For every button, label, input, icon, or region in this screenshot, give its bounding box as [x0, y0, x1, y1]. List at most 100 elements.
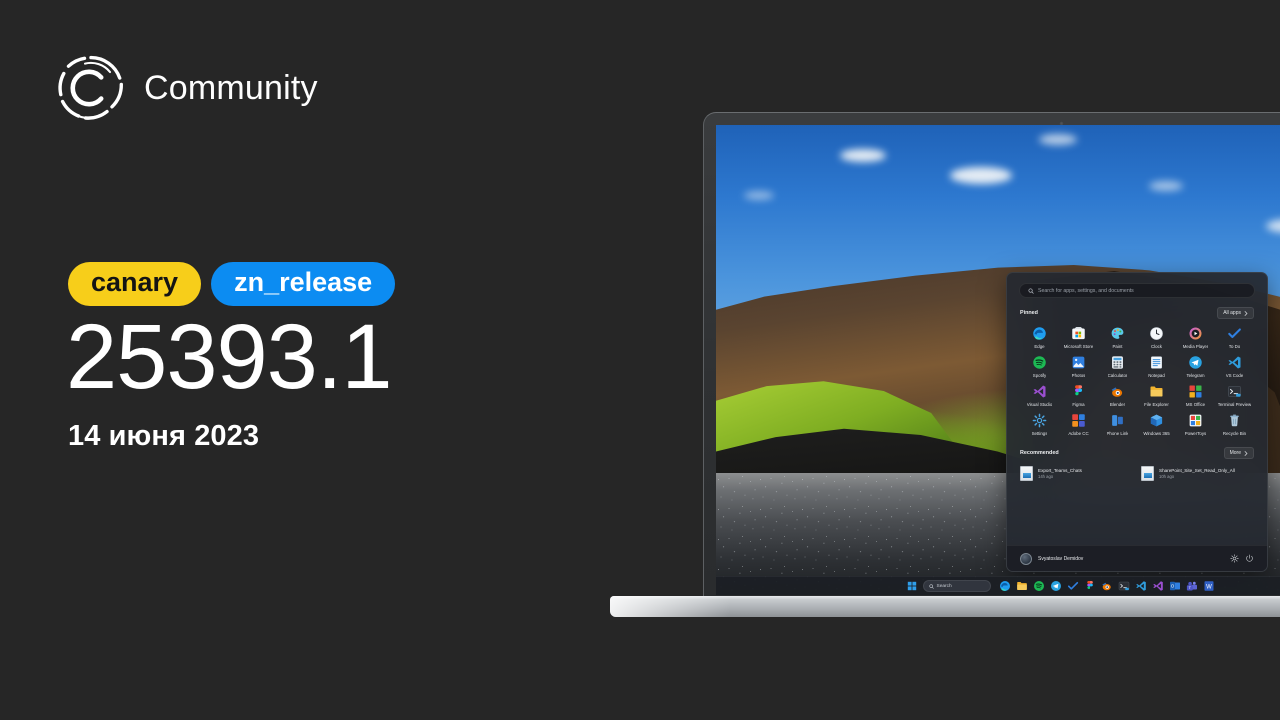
pinned-section-header: Pinned All apps	[1020, 307, 1254, 319]
pinned-app-calculator[interactable]: Calculator	[1098, 355, 1137, 378]
brand-name: Community	[144, 68, 318, 107]
taskbar-search-box[interactable]: Search	[922, 580, 991, 592]
recommended-item-name: SharePoint_Site_Set_Read_Only_All	[1159, 467, 1235, 473]
release-badges: canary zn_release	[68, 262, 396, 307]
pinned-app-file-explorer[interactable]: File Explorer	[1137, 384, 1176, 407]
taskbar-to-do-icon[interactable]	[1067, 580, 1079, 592]
pinned-app-figma[interactable]: Figma	[1059, 384, 1098, 407]
document-file-icon	[1020, 466, 1033, 481]
recommended-item[interactable]: Export_Teams_Chats 14h ago	[1020, 466, 1133, 481]
pinned-app-label: Windows 365	[1143, 431, 1170, 436]
windows-start-icon[interactable]	[906, 580, 918, 592]
adobe-cc-icon	[1071, 413, 1086, 428]
power-icon[interactable]	[1245, 554, 1254, 563]
user-name: Svyatoslav Demidov	[1038, 555, 1084, 562]
pinned-app-visual-studio[interactable]: Visual Studio	[1020, 384, 1059, 407]
vs-code-icon	[1227, 355, 1242, 370]
visual-studio-icon	[1032, 384, 1047, 399]
taskbar-blender-icon[interactable]	[1101, 580, 1113, 592]
start-search-input[interactable]: Search for apps, settings, and documents	[1019, 283, 1255, 298]
phone-link-icon	[1110, 413, 1125, 428]
laptop-base	[610, 596, 1280, 617]
wallpaper-cloud	[743, 190, 774, 200]
pinned-app-telegram[interactable]: Telegram	[1176, 355, 1215, 378]
pinned-app-vs-code[interactable]: VS Code	[1215, 355, 1254, 378]
pinned-apps-grid: Edge Microsoft Store Paint Clock Media Playe…	[1020, 326, 1254, 436]
pinned-app-windows-365[interactable]: Windows 365	[1137, 413, 1176, 436]
chevron-right-icon	[1244, 450, 1248, 456]
notepad-icon	[1149, 355, 1164, 370]
pinned-app-clock[interactable]: Clock	[1137, 326, 1176, 349]
more-button[interactable]: More	[1223, 447, 1254, 459]
svg-text:O: O	[1170, 584, 1174, 589]
pinned-app-notepad[interactable]: Notepad	[1137, 355, 1176, 378]
pinned-app-blender[interactable]: Blender	[1098, 384, 1137, 407]
pinned-app-paint[interactable]: Paint	[1098, 326, 1137, 349]
pinned-app-phone-link[interactable]: Phone Link	[1098, 413, 1137, 436]
community-c-ring-logo-icon	[55, 52, 127, 124]
recommended-item-text: Export_Teams_Chats 14h ago	[1038, 468, 1082, 480]
pinned-app-edge[interactable]: Edge	[1020, 326, 1059, 349]
pinned-app-media-player[interactable]: Media Player	[1176, 326, 1215, 349]
taskbar-word-icon[interactable]: W	[1203, 580, 1215, 592]
recommended-title: Recommended	[1020, 450, 1059, 456]
to-do-icon	[1227, 326, 1242, 341]
pinned-app-recycle-bin[interactable]: Recycle Bin	[1215, 413, 1254, 436]
pinned-app-label: Media Player	[1182, 344, 1209, 349]
taskbar-visual-studio-icon[interactable]	[1152, 580, 1164, 592]
pinned-app-label: Clock	[1151, 344, 1162, 349]
all-apps-label: All apps	[1223, 310, 1241, 316]
taskbar-search-label: Search	[936, 583, 952, 589]
pinned-app-terminal-preview[interactable]: Terminal Preview	[1215, 384, 1254, 407]
laptop-screen: Search for apps, settings, and documents…	[716, 125, 1280, 595]
brand-lockup: Community	[55, 52, 318, 124]
settings-gear-icon	[1032, 413, 1047, 428]
pinned-app-label: VS Code	[1225, 373, 1244, 378]
pinned-app-microsoft-store[interactable]: Microsoft Store	[1059, 326, 1098, 349]
pinned-app-label: Adobe CC	[1068, 431, 1089, 436]
pinned-app-settings[interactable]: Settings	[1020, 413, 1059, 436]
pinned-app-label: MS Office	[1185, 402, 1206, 407]
pinned-app-label: Figma	[1072, 402, 1085, 407]
pinned-app-label: Photos	[1071, 373, 1086, 378]
taskbar-vs-code-icon[interactable]	[1135, 580, 1147, 592]
search-icon	[1028, 287, 1034, 294]
all-apps-button[interactable]: All apps	[1217, 307, 1254, 319]
pinned-app-label: Edge	[1034, 344, 1045, 349]
laptop-lid: Search for apps, settings, and documents…	[703, 112, 1280, 596]
pinned-app-label: Visual Studio	[1026, 402, 1053, 407]
pinned-app-ms-office[interactable]: MS Office	[1176, 384, 1215, 407]
taskbar-spotify-icon[interactable]	[1033, 580, 1045, 592]
gear-icon[interactable]	[1230, 554, 1239, 563]
pinned-app-label: Phone Link	[1106, 431, 1129, 436]
pinned-app-to-do[interactable]: To Do	[1215, 326, 1254, 349]
recommended-item[interactable]: SharePoint_Site_Set_Read_Only_All 10h ago	[1141, 466, 1254, 481]
pinned-app-label: Microsoft Store	[1063, 344, 1094, 349]
wallpaper-cloud	[839, 148, 886, 162]
taskbar-telegram-icon[interactable]	[1050, 580, 1062, 592]
taskbar-terminal-preview-icon[interactable]	[1118, 580, 1130, 592]
taskbar: Search O T W	[716, 576, 1280, 595]
start-search-placeholder: Search for apps, settings, and documents	[1038, 287, 1134, 294]
pinned-app-spotify[interactable]: Spotify	[1020, 355, 1059, 378]
figma-icon	[1071, 384, 1086, 399]
start-menu[interactable]: Search for apps, settings, and documents…	[1006, 272, 1268, 572]
pinned-app-powertoys[interactable]: PowerToys	[1176, 413, 1215, 436]
pinned-title: Pinned	[1020, 310, 1038, 316]
spotify-icon	[1032, 355, 1047, 370]
taskbar-teams-icon[interactable]: T	[1186, 580, 1198, 592]
pinned-app-photos[interactable]: Photos	[1059, 355, 1098, 378]
calculator-icon	[1110, 355, 1125, 370]
avatar[interactable]	[1020, 552, 1032, 565]
file-explorer-icon	[1149, 384, 1164, 399]
taskbar-outlook-icon[interactable]: O	[1169, 580, 1181, 592]
pinned-app-label: PowerToys	[1184, 431, 1207, 436]
status-badge-branch: zn_release	[211, 262, 396, 307]
taskbar-figma-icon[interactable]	[1084, 580, 1096, 592]
pinned-app-adobe-cc[interactable]: Adobe CC	[1059, 413, 1098, 436]
taskbar-file-explorer-icon[interactable]	[1016, 580, 1028, 592]
taskbar-edge-icon[interactable]	[999, 580, 1011, 592]
pinned-app-label: Calculator	[1107, 373, 1128, 378]
pinned-app-label: Terminal Preview	[1217, 402, 1252, 407]
powertoys-icon	[1188, 413, 1203, 428]
